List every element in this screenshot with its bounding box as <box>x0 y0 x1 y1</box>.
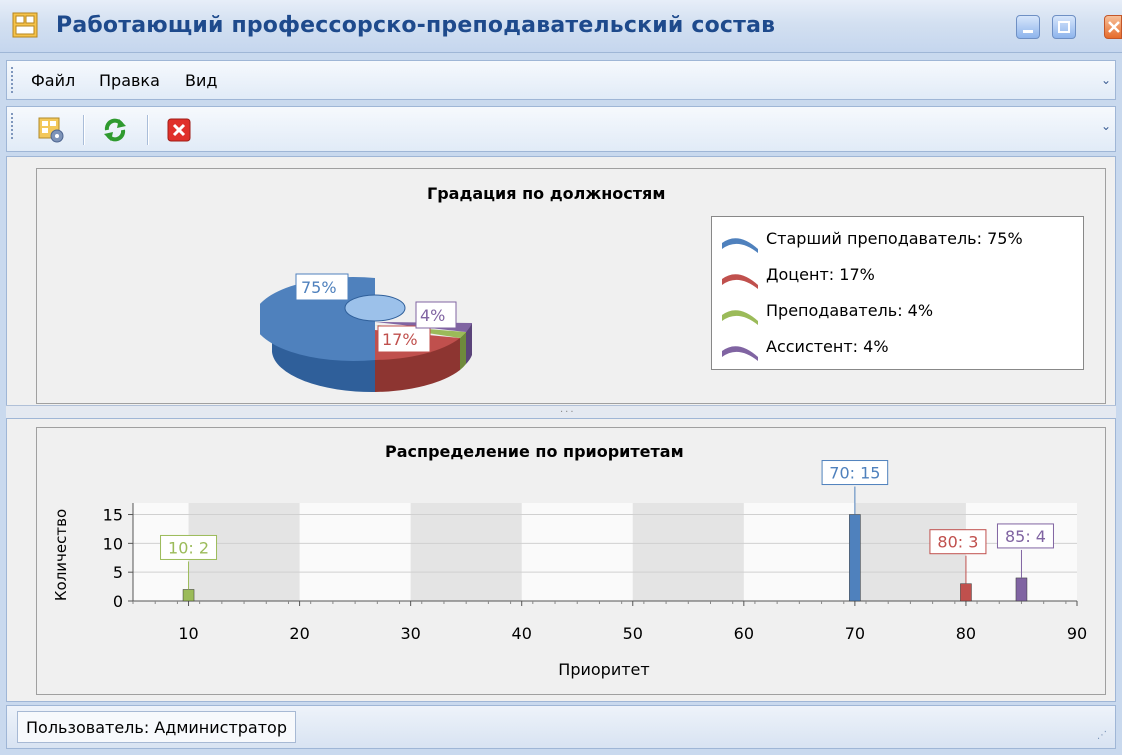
pie-label-assistant: 4% <box>420 306 445 325</box>
pie-slice-green-side <box>460 332 466 370</box>
chevron-down-icon[interactable]: ⌄ <box>1099 115 1113 137</box>
resize-grip-icon[interactable]: ⋰ <box>1097 730 1111 744</box>
bar <box>960 583 972 602</box>
x-tick-label: 90 <box>1067 624 1087 643</box>
refresh-icon[interactable] <box>101 116 129 144</box>
plot-band <box>410 503 522 601</box>
splitter-grip[interactable]: ··· <box>560 407 576 418</box>
pie-label-senior: 75% <box>301 278 337 297</box>
legend-swatch <box>722 346 758 361</box>
close-icon <box>1108 21 1120 33</box>
toolbar: ⌄ <box>6 106 1116 152</box>
window-title: Работающий профессорско-преподавательски… <box>56 13 776 38</box>
bar <box>182 589 195 602</box>
y-tick-label: 15 <box>103 506 123 525</box>
legend-label: Старший преподаватель: 75% <box>766 229 1023 248</box>
menu-bar: Файл Правка Вид ⌄ <box>6 60 1116 100</box>
legend-label: Доцент: 17% <box>766 265 875 284</box>
pie-label-docent: 17% <box>382 330 418 349</box>
x-tick-label: 70 <box>845 624 865 643</box>
menu-grip[interactable] <box>11 67 16 93</box>
legend-label: Ассистент: 4% <box>766 337 889 356</box>
x-tick-label: 30 <box>400 624 420 643</box>
status-bar: Пользователь: Администратор ⋰ <box>6 705 1116 749</box>
bar-label: 85: 4 <box>1005 527 1046 546</box>
y-tick-label: 0 <box>113 592 123 611</box>
legend-swatch <box>722 274 758 289</box>
settings-grid-icon[interactable] <box>37 116 65 144</box>
bar-label: 10: 2 <box>168 538 209 557</box>
toolbar-separator <box>83 115 85 145</box>
x-tick-label: 60 <box>734 624 754 643</box>
bar-label: 80: 3 <box>937 533 978 552</box>
minimize-icon <box>1023 30 1033 33</box>
legend-swatch <box>722 310 758 325</box>
menu-view[interactable]: Вид <box>185 71 217 90</box>
x-tick-label: 40 <box>512 624 532 643</box>
app-window-icon <box>12 12 38 38</box>
bar <box>1015 577 1028 602</box>
y-tick-label: 5 <box>113 563 123 582</box>
y-axis-label: Количество <box>52 509 70 601</box>
pie-hole <box>344 294 406 322</box>
bar-label: 70: 15 <box>829 464 880 483</box>
pie-chart-title: Градация по должностям <box>427 184 666 203</box>
x-tick-label: 80 <box>956 624 976 643</box>
close-red-icon[interactable] <box>165 116 193 144</box>
menu-edit[interactable]: Правка <box>99 71 160 90</box>
legend-swatch <box>722 238 758 253</box>
minimize-button[interactable] <box>1016 15 1040 39</box>
plot-band <box>632 503 744 601</box>
pie-chart: 75% 17% 4% <box>260 273 472 393</box>
x-tick-label: 10 <box>178 624 198 643</box>
legend-label: Преподаватель: 4% <box>766 301 934 320</box>
toolbar-separator <box>147 115 149 145</box>
maximize-button[interactable] <box>1052 15 1076 39</box>
x-tick-label: 50 <box>623 624 643 643</box>
close-window-button[interactable] <box>1104 15 1122 39</box>
y-tick-label: 10 <box>103 534 123 553</box>
x-tick-label: 20 <box>289 624 309 643</box>
splitter[interactable]: ··· <box>6 405 1116 419</box>
pie-legend: Старший преподаватель: 75% Доцент: 17% П… <box>711 216 1084 370</box>
menu-file[interactable]: Файл <box>31 71 75 90</box>
status-user: Пользователь: Администратор <box>17 711 296 743</box>
maximize-icon <box>1058 21 1070 33</box>
x-axis-label: Приоритет <box>558 660 649 679</box>
toolbar-grip[interactable] <box>11 113 16 139</box>
title-bar: Работающий профессорско-преподавательски… <box>0 0 1122 53</box>
bar <box>849 514 861 602</box>
bar-chart: 10 20 30 40 50 60 70 80 90 0 5 10 15 10: 2 70: 15 80: … <box>52 460 1087 679</box>
chevron-down-icon[interactable]: ⌄ <box>1099 69 1113 91</box>
